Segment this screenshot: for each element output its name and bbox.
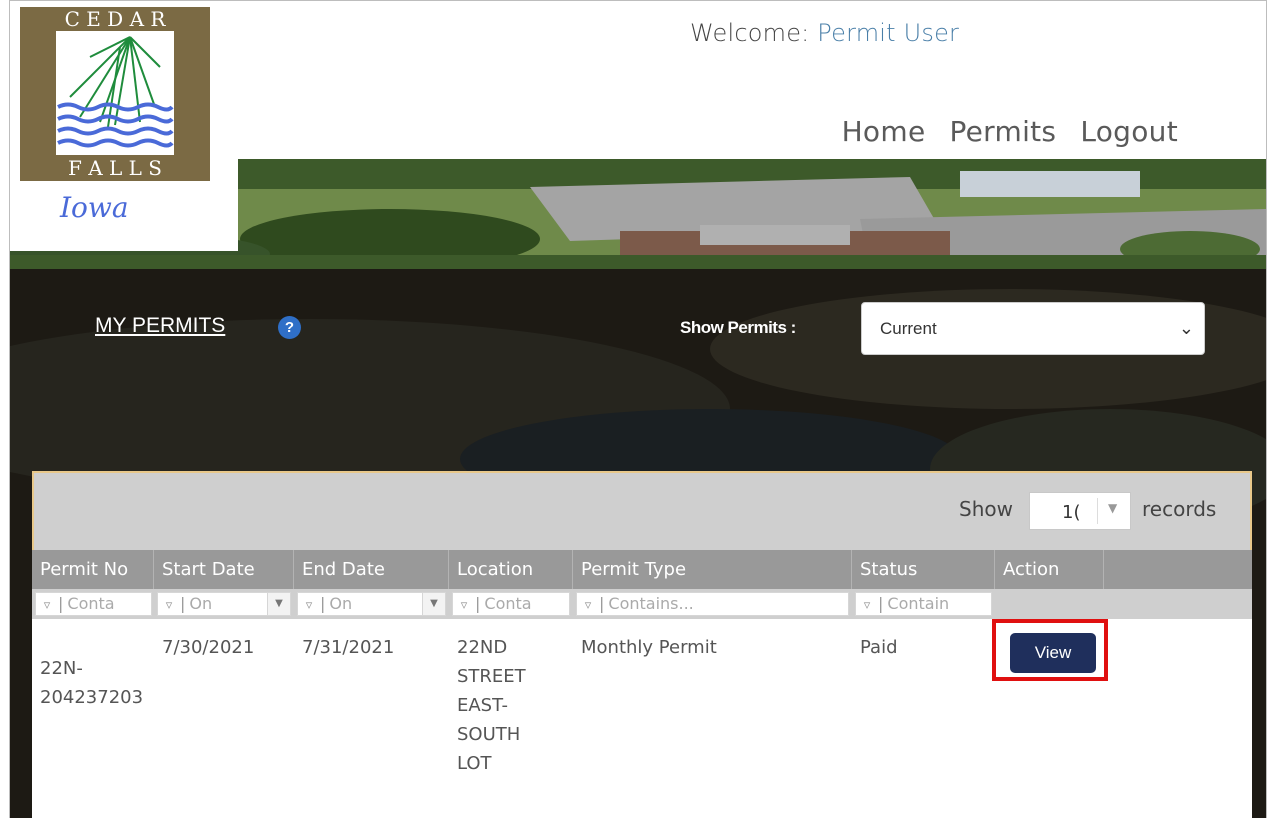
filter-permit-type[interactable]: ▿ | Contains...	[576, 592, 849, 616]
grid-header-row: Permit No Start Date End Date Location P…	[32, 550, 1252, 589]
logo-top-text: C E D A R	[65, 7, 167, 31]
filter-icon[interactable]: ▿	[36, 595, 58, 615]
filter-start-date-placeholder: On	[189, 594, 213, 613]
show-permits-value: Current	[880, 319, 937, 338]
logo-panel: C E D A R F A L L S Iowa	[10, 1, 238, 251]
filter-end-date-placeholder: On	[329, 594, 353, 613]
column-header-status[interactable]: Status	[852, 550, 995, 589]
nav-home-link[interactable]: Home	[842, 115, 926, 148]
table-row: 22N- 204237203 7/30/2021 7/31/2021 22ND …	[32, 619, 1252, 818]
column-header-permit-type[interactable]: Permit Type	[573, 550, 852, 589]
logo-bottom-text: F A L L S	[68, 156, 162, 180]
highlight-box	[992, 619, 1108, 681]
filter-icon[interactable]: ▿	[856, 595, 878, 615]
site-header: C E D A R F A L L S Iowa Welcome: Permit…	[10, 1, 1266, 269]
cell-location: 22ND STREET EAST- SOUTH LOT	[457, 637, 526, 774]
help-icon[interactable]: ?	[278, 316, 301, 339]
cell-permit-no: 22N- 204237203	[40, 658, 144, 708]
filter-icon[interactable]: ▿	[577, 595, 599, 615]
my-permits-link[interactable]: MY PERMITS	[95, 314, 225, 338]
filter-icon[interactable]: ▿	[298, 595, 320, 615]
cell-start-date: 7/30/2021	[162, 637, 255, 658]
filter-location-placeholder: Conta	[484, 594, 532, 613]
chevron-down-icon[interactable]: ▼	[267, 593, 290, 615]
page-size-value: 1(	[1062, 502, 1081, 523]
cell-end-date: 7/31/2021	[302, 637, 395, 658]
filter-status[interactable]: ▿ | Contain	[855, 592, 992, 616]
column-header-permit-no[interactable]: Permit No	[32, 550, 154, 589]
main-content: MY PERMITS ? Show Permits : Current ⌄ Sh…	[10, 269, 1266, 818]
welcome-username[interactable]: Permit User	[817, 19, 959, 47]
filter-icon[interactable]: ▿	[158, 595, 180, 615]
filter-row: ▿ | Conta ▿ | On ▼ ▿ | On ▼ ▿ | Conta ▿ | Contains…	[32, 589, 1252, 619]
welcome-prefix: Welcome:	[690, 19, 818, 47]
filter-permit-no-placeholder: Conta	[67, 594, 115, 613]
page-size-divider	[1097, 498, 1098, 524]
filter-status-placeholder: Contain	[887, 594, 950, 613]
chevron-down-icon[interactable]: ▼	[422, 593, 445, 615]
filter-permit-type-placeholder: Contains...	[608, 594, 694, 613]
column-header-start-date[interactable]: Start Date	[154, 550, 294, 589]
records-show-label: Show	[959, 497, 1013, 521]
top-nav: Home Permits Logout	[842, 115, 1178, 148]
column-header-action: Action	[995, 550, 1104, 589]
welcome-message: Welcome: Permit User	[690, 19, 959, 47]
page-size-dropdown[interactable]: 1( ▼	[1029, 492, 1131, 530]
nav-logout-link[interactable]: Logout	[1080, 115, 1178, 148]
filter-start-date[interactable]: ▿ | On ▼	[157, 592, 291, 616]
browser-frame: C E D A R F A L L S Iowa Welcome: Permit…	[9, 0, 1267, 818]
logo-script-text: Iowa	[59, 191, 129, 224]
cedar-falls-logo[interactable]: C E D A R F A L L S Iowa	[20, 7, 210, 247]
dropdown-arrow-icon[interactable]: ▼	[1108, 501, 1117, 515]
show-permits-select[interactable]: Current ⌄	[861, 302, 1205, 355]
grid-toolbar: Show 1( ▼ records	[32, 471, 1252, 550]
records-label: records	[1142, 497, 1217, 521]
filter-location[interactable]: ▿ | Conta	[452, 592, 570, 616]
column-header-location[interactable]: Location	[449, 550, 573, 589]
column-header-end-date[interactable]: End Date	[294, 550, 449, 589]
show-permits-label: Show Permits :	[680, 318, 796, 337]
cell-permit-type: Monthly Permit	[581, 637, 717, 658]
nav-permits-link[interactable]: Permits	[949, 115, 1056, 148]
permits-grid: Show 1( ▼ records Permit No Start Date E…	[32, 471, 1252, 818]
filter-icon[interactable]: ▿	[453, 595, 475, 615]
chevron-down-icon: ⌄	[1178, 318, 1194, 338]
filter-end-date[interactable]: ▿ | On ▼	[297, 592, 446, 616]
cell-status: Paid	[860, 637, 898, 658]
filter-permit-no[interactable]: ▿ | Conta	[35, 592, 152, 616]
